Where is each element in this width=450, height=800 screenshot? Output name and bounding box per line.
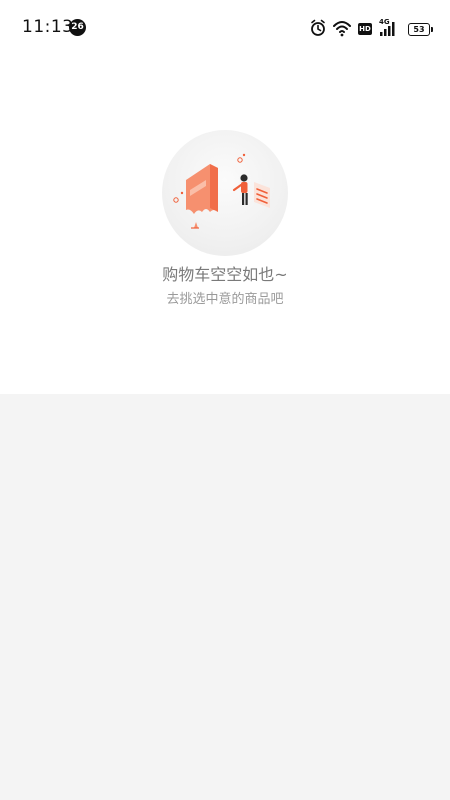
empty-cart-panel: 购物车空空如也~ 去挑选中意的商品吧 xyxy=(0,56,450,394)
empty-cart-subtitle: 去挑选中意的商品吧 xyxy=(166,292,284,307)
empty-cart-title: 购物车空空如也~ xyxy=(162,265,288,284)
hd-icon: HD xyxy=(358,23,372,35)
wifi-icon xyxy=(333,21,351,37)
cellular-signal-icon: 4G xyxy=(379,18,401,37)
status-bar: 11:13 26 HD 4G 53 xyxy=(0,0,450,56)
alarm-icon xyxy=(311,19,325,36)
notification-badge: 26 xyxy=(69,19,86,36)
status-icons: HD 4G 53 xyxy=(310,18,433,38)
battery-icon: 53 xyxy=(408,22,433,36)
empty-cart-illustration xyxy=(162,130,288,256)
status-time: 11:13 xyxy=(22,17,74,37)
